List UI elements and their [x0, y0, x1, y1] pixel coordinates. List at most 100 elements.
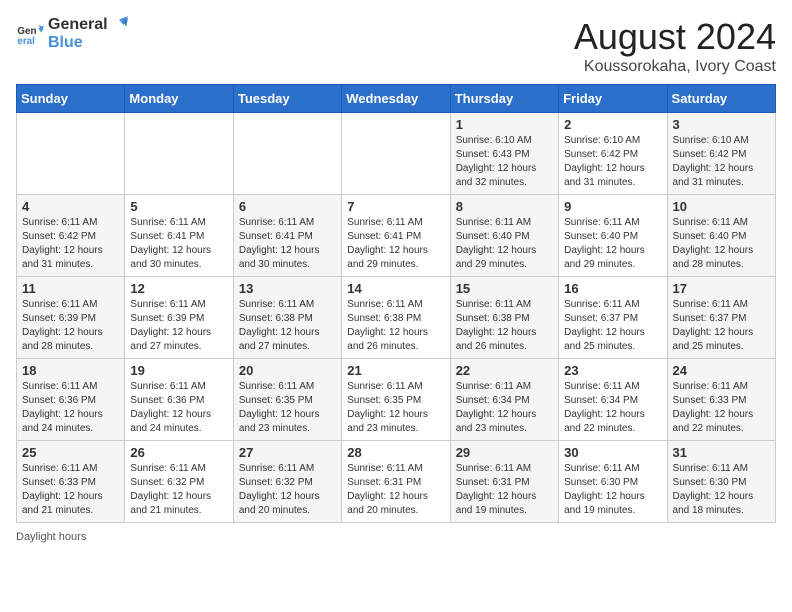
calendar-cell: 23Sunrise: 6:11 AM Sunset: 6:34 PM Dayli…	[559, 359, 667, 441]
cell-info: Sunrise: 6:11 AM Sunset: 6:40 PM Dayligh…	[564, 216, 661, 272]
day-number: 25	[22, 445, 119, 460]
day-number: 14	[347, 281, 444, 296]
cell-info: Sunrise: 6:11 AM Sunset: 6:31 PM Dayligh…	[347, 462, 444, 518]
day-number: 28	[347, 445, 444, 460]
cell-info: Sunrise: 6:11 AM Sunset: 6:37 PM Dayligh…	[564, 298, 661, 354]
calendar-header-row: SundayMondayTuesdayWednesdayThursdayFrid…	[17, 85, 776, 113]
calendar-cell: 22 Sunrise: 6:11 AM Sunset: 6:34 PM Dayli…	[450, 359, 558, 441]
day-number: 1	[456, 117, 553, 132]
day-number: 2	[564, 117, 661, 132]
day-number: 3	[673, 117, 770, 132]
day-number: 27	[239, 445, 336, 460]
calendar-cell: 6Sunrise: 6:11 AM Sunset: 6:41 PM Daylig…	[233, 195, 341, 277]
day-number: 31	[673, 445, 770, 460]
calendar-cell	[342, 113, 450, 195]
day-number: 12	[130, 281, 227, 296]
calendar-cell: 12 Sunrise: 6:11 AM Sunset: 6:39 PM Dayli…	[125, 277, 233, 359]
cell-info: Sunrise: 6:11 AM Sunset: 6:32 PM Dayligh…	[130, 462, 227, 518]
cell-info: Sunrise: 6:11 AM Sunset: 6:31 PM Dayligh…	[456, 462, 553, 518]
cell-info: Sunrise: 6:11 AM Sunset: 6:30 PM Dayligh…	[673, 462, 770, 518]
day-number: 20	[239, 363, 336, 378]
day-number: 8	[456, 199, 553, 214]
calendar-cell: 17 Sunrise: 6:11 AM Sunset: 6:37 PM Dayli…	[667, 277, 775, 359]
page-title: August 2024	[574, 16, 776, 58]
calendar-cell: 25 Sunrise: 6:11 AM Sunset: 6:33 PM Dayli…	[17, 441, 125, 523]
calendar-cell: 31 Sunrise: 6:11 AM Sunset: 6:30 PM Dayli…	[667, 441, 775, 523]
calendar-week-row: 1Sunrise: 6:10 AM Sunset: 6:43 PM Daylig…	[17, 113, 776, 195]
day-number: 13	[239, 281, 336, 296]
logo-icon: Gen eral	[16, 20, 44, 48]
logo-text-general: General	[48, 16, 128, 34]
cell-info: Sunrise: 6:11 AM Sunset: 6:38 PM Dayligh…	[239, 298, 336, 354]
day-number: 18	[22, 363, 119, 378]
calendar-cell: 4Sunrise: 6:11 AM Sunset: 6:42 PM Daylig…	[17, 195, 125, 277]
day-number: 5	[130, 199, 227, 214]
calendar-cell: 28 Sunrise: 6:11 AM Sunset: 6:31 PM Dayli…	[342, 441, 450, 523]
calendar-cell: 21Sunrise: 6:11 AM Sunset: 6:35 PM Dayli…	[342, 359, 450, 441]
day-number: 29	[456, 445, 553, 460]
day-number: 11	[22, 281, 119, 296]
calendar-cell: 13 Sunrise: 6:11 AM Sunset: 6:38 PM Dayli…	[233, 277, 341, 359]
calendar-cell: 27Sunrise: 6:11 AM Sunset: 6:32 PM Dayli…	[233, 441, 341, 523]
logo-text-blue: Blue	[48, 34, 128, 52]
day-number: 16	[564, 281, 661, 296]
calendar-day-header: Friday	[559, 85, 667, 113]
calendar-cell: 26 Sunrise: 6:11 AM Sunset: 6:32 PM Dayli…	[125, 441, 233, 523]
cell-info: Sunrise: 6:11 AM Sunset: 6:37 PM Dayligh…	[673, 298, 770, 354]
calendar-week-row: 4Sunrise: 6:11 AM Sunset: 6:42 PM Daylig…	[17, 195, 776, 277]
calendar-table: SundayMondayTuesdayWednesdayThursdayFrid…	[16, 84, 776, 523]
calendar-day-header: Thursday	[450, 85, 558, 113]
calendar-cell: 15Sunrise: 6:11 AM Sunset: 6:38 PM Dayli…	[450, 277, 558, 359]
calendar-cell: 8Sunrise: 6:11 AM Sunset: 6:40 PM Daylig…	[450, 195, 558, 277]
day-number: 17	[673, 281, 770, 296]
day-number: 15	[456, 281, 553, 296]
calendar-day-header: Monday	[125, 85, 233, 113]
cell-info: Sunrise: 6:11 AM Sunset: 6:34 PM Dayligh…	[564, 380, 661, 436]
day-number: 10	[673, 199, 770, 214]
logo-bird-icon	[110, 16, 128, 34]
day-number: 24	[673, 363, 770, 378]
day-number: 9	[564, 199, 661, 214]
calendar-cell	[125, 113, 233, 195]
cell-info: Sunrise: 6:11 AM Sunset: 6:40 PM Dayligh…	[673, 216, 770, 272]
svg-text:eral: eral	[17, 36, 35, 47]
calendar-cell: 3 Sunrise: 6:10 AM Sunset: 6:42 PM Daylig…	[667, 113, 775, 195]
day-number: 26	[130, 445, 227, 460]
calendar-day-header: Sunday	[17, 85, 125, 113]
day-number: 30	[564, 445, 661, 460]
calendar-cell: 1Sunrise: 6:10 AM Sunset: 6:43 PM Daylig…	[450, 113, 558, 195]
cell-info: Sunrise: 6:11 AM Sunset: 6:39 PM Dayligh…	[130, 298, 227, 354]
title-block: August 2024 Koussorokaha, Ivory Coast	[574, 16, 776, 76]
cell-info: Sunrise: 6:11 AM Sunset: 6:41 PM Dayligh…	[347, 216, 444, 272]
day-number: 4	[22, 199, 119, 214]
calendar-cell: 14 Sunrise: 6:11 AM Sunset: 6:38 PM Dayli…	[342, 277, 450, 359]
cell-info: Sunrise: 6:11 AM Sunset: 6:36 PM Dayligh…	[22, 380, 119, 436]
calendar-cell: 18 Sunrise: 6:11 AM Sunset: 6:36 PM Dayli…	[17, 359, 125, 441]
logo: Gen eral General Blue	[16, 16, 128, 52]
calendar-cell: 20Sunrise: 6:11 AM Sunset: 6:35 PM Dayli…	[233, 359, 341, 441]
calendar-cell	[233, 113, 341, 195]
cell-info: Sunrise: 6:11 AM Sunset: 6:41 PM Dayligh…	[239, 216, 336, 272]
cell-info: Sunrise: 6:11 AM Sunset: 6:30 PM Dayligh…	[564, 462, 661, 518]
cell-info: Sunrise: 6:10 AM Sunset: 6:42 PM Dayligh…	[673, 134, 770, 190]
calendar-day-header: Saturday	[667, 85, 775, 113]
calendar-day-header: Tuesday	[233, 85, 341, 113]
calendar-cell: 24 Sunrise: 6:11 AM Sunset: 6:33 PM Dayli…	[667, 359, 775, 441]
calendar-day-header: Wednesday	[342, 85, 450, 113]
day-number: 21	[347, 363, 444, 378]
calendar-cell: 9 Sunrise: 6:11 AM Sunset: 6:40 PM Daylig…	[559, 195, 667, 277]
cell-info: Sunrise: 6:11 AM Sunset: 6:33 PM Dayligh…	[22, 462, 119, 518]
cell-info: Sunrise: 6:11 AM Sunset: 6:38 PM Dayligh…	[347, 298, 444, 354]
calendar-cell: 30 Sunrise: 6:11 AM Sunset: 6:30 PM Dayli…	[559, 441, 667, 523]
calendar-cell: 2Sunrise: 6:10 AM Sunset: 6:42 PM Daylig…	[559, 113, 667, 195]
calendar-cell: 11Sunrise: 6:11 AM Sunset: 6:39 PM Dayli…	[17, 277, 125, 359]
cell-info: Sunrise: 6:11 AM Sunset: 6:34 PM Dayligh…	[456, 380, 553, 436]
cell-info: Sunrise: 6:11 AM Sunset: 6:33 PM Dayligh…	[673, 380, 770, 436]
cell-info: Sunrise: 6:11 AM Sunset: 6:36 PM Dayligh…	[130, 380, 227, 436]
calendar-week-row: 11 Sunrise: 6:11 AM Sunset: 6:39 PM Dayli…	[17, 277, 776, 359]
calendar-cell: 16 Sunrise: 6:11 AM Sunset: 6:37 PM Dayli…	[559, 277, 667, 359]
calendar-week-row: 25 Sunrise: 6:11 AM Sunset: 6:33 PM Dayli…	[17, 441, 776, 523]
page-subtitle: Koussorokaha, Ivory Coast	[574, 58, 776, 76]
calendar-cell: 7Sunrise: 6:11 AM Sunset: 6:41 PM Daylig…	[342, 195, 450, 277]
day-number: 22	[456, 363, 553, 378]
